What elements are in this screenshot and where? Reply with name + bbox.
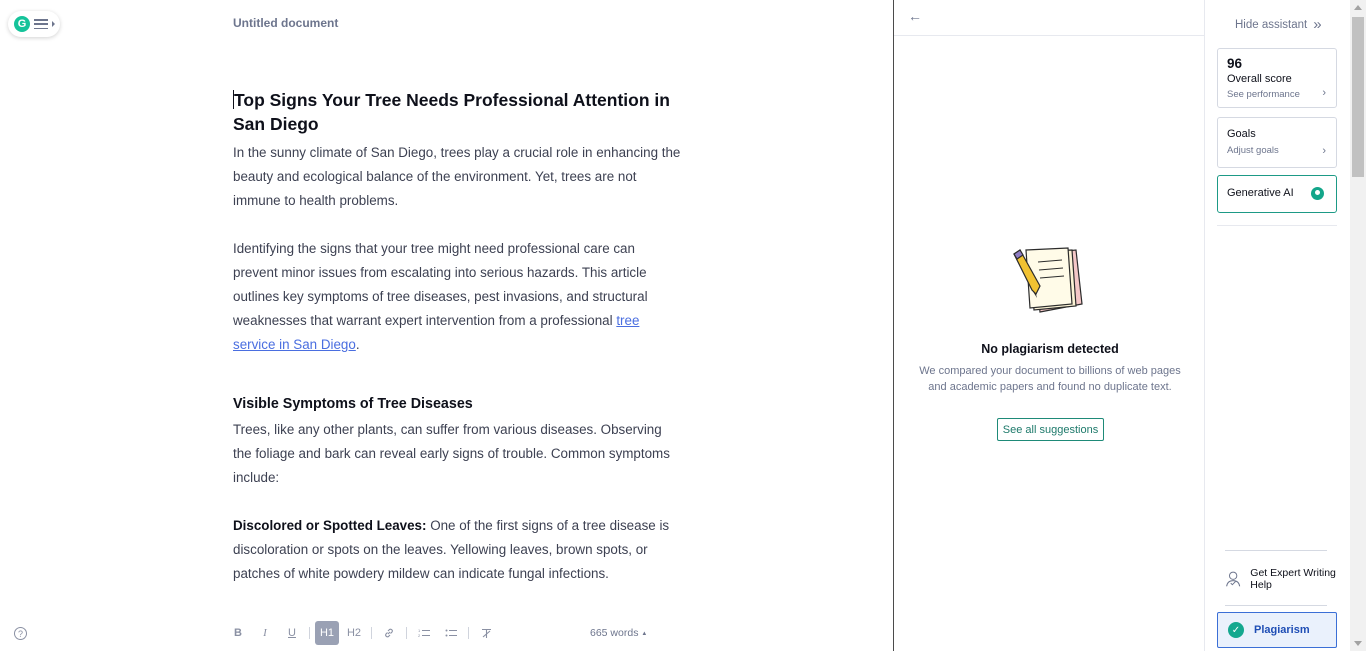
h1-button[interactable]: H1 [315, 621, 339, 645]
see-performance-link[interactable]: See performance [1227, 89, 1327, 100]
document-editor[interactable]: Top Signs Your Tree Needs Professional A… [233, 88, 683, 586]
overall-score-value: 96 [1227, 56, 1243, 71]
section-heading[interactable]: Visible Symptoms of Tree Diseases [233, 392, 683, 416]
overall-score-card[interactable]: 96 Overall score See performance › [1217, 48, 1337, 108]
goals-card[interactable]: Goals Adjust goals › [1217, 117, 1337, 168]
double-chevron-right-icon: » [1313, 16, 1322, 33]
unordered-list-icon[interactable] [439, 621, 463, 645]
grammarly-logo-icon: G [14, 16, 30, 32]
caret-right-icon [52, 21, 55, 27]
svg-text:2: 2 [418, 633, 421, 638]
scroll-down-arrow-icon[interactable] [1354, 641, 1362, 646]
scrollbar-thumb[interactable] [1352, 17, 1364, 177]
document-heading[interactable]: Top Signs Your Tree Needs Professional A… [233, 88, 683, 136]
italic-button[interactable]: I [253, 621, 277, 645]
plagiarism-label: Plagiarism [1254, 624, 1310, 636]
bold-button[interactable]: B [226, 621, 250, 645]
hide-assistant-button[interactable]: Hide assistant » [1235, 16, 1322, 33]
expert-person-icon [1226, 571, 1241, 587]
no-plagiarism-title: No plagiarism detected [981, 342, 1119, 356]
document-title[interactable]: Untitled document [233, 16, 338, 30]
page-scrollbar[interactable] [1350, 0, 1366, 651]
chevron-right-icon: › [1322, 87, 1326, 99]
word-count[interactable]: 665 words ▲ [590, 627, 647, 639]
get-expert-writing-help-button[interactable]: Get Expert Writing Help [1225, 564, 1340, 594]
help-icon[interactable]: ? [14, 627, 27, 640]
toolbar-divider [468, 627, 469, 639]
chevron-right-icon: › [1322, 145, 1326, 157]
underline-button[interactable]: U [280, 621, 304, 645]
divider [1225, 550, 1327, 551]
plagiarism-panel: ← No plagiarism detected We compared you… [893, 0, 1205, 651]
divider [1225, 605, 1327, 606]
toolbar-divider [309, 627, 310, 639]
grammarly-widget[interactable]: G [8, 11, 60, 37]
formatting-toolbar: B I U H1 H2 12 [226, 621, 501, 645]
get-expert-writing-help-label: Get Expert Writing Help [1250, 567, 1336, 591]
paragraph-intro[interactable]: In the sunny climate of San Diego, trees… [233, 141, 683, 213]
paragraph-symptoms[interactable]: Trees, like any other plants, can suffer… [233, 418, 683, 490]
assistant-sidebar: Hide assistant » 96 Overall score See pe… [1205, 0, 1350, 651]
see-all-suggestions-button[interactable]: See all suggestions [997, 418, 1104, 441]
generative-ai-button[interactable]: Generative AI [1217, 175, 1337, 213]
overall-score-label: Overall score [1227, 73, 1292, 85]
adjust-goals-link[interactable]: Adjust goals [1227, 145, 1327, 156]
ordered-list-icon[interactable]: 12 [412, 621, 436, 645]
paragraph-identifying[interactable]: Identifying the signs that your tree mig… [233, 237, 683, 357]
plagiarism-button[interactable]: ✓ Plagiarism [1217, 612, 1337, 648]
panel-header: ← [894, 0, 1204, 36]
toolbar-divider [371, 627, 372, 639]
paragraph-discolored-leaves[interactable]: Discolored or Spotted Leaves: One of the… [233, 514, 683, 586]
check-circle-icon: ✓ [1228, 622, 1244, 638]
goals-label: Goals [1227, 128, 1256, 140]
back-arrow-icon[interactable]: ← [908, 8, 922, 24]
scroll-up-arrow-icon[interactable] [1354, 5, 1362, 10]
menu-icon[interactable] [34, 19, 48, 29]
link-icon[interactable] [377, 621, 401, 645]
no-plagiarism-description: We compared your document to billions of… [919, 365, 1181, 393]
divider [1217, 225, 1337, 226]
notepad-pencil-icon [1013, 247, 1083, 313]
clear-format-icon[interactable] [474, 621, 498, 645]
lightbulb-icon [1311, 187, 1324, 200]
h2-button[interactable]: H2 [342, 621, 366, 645]
toolbar-divider [406, 627, 407, 639]
